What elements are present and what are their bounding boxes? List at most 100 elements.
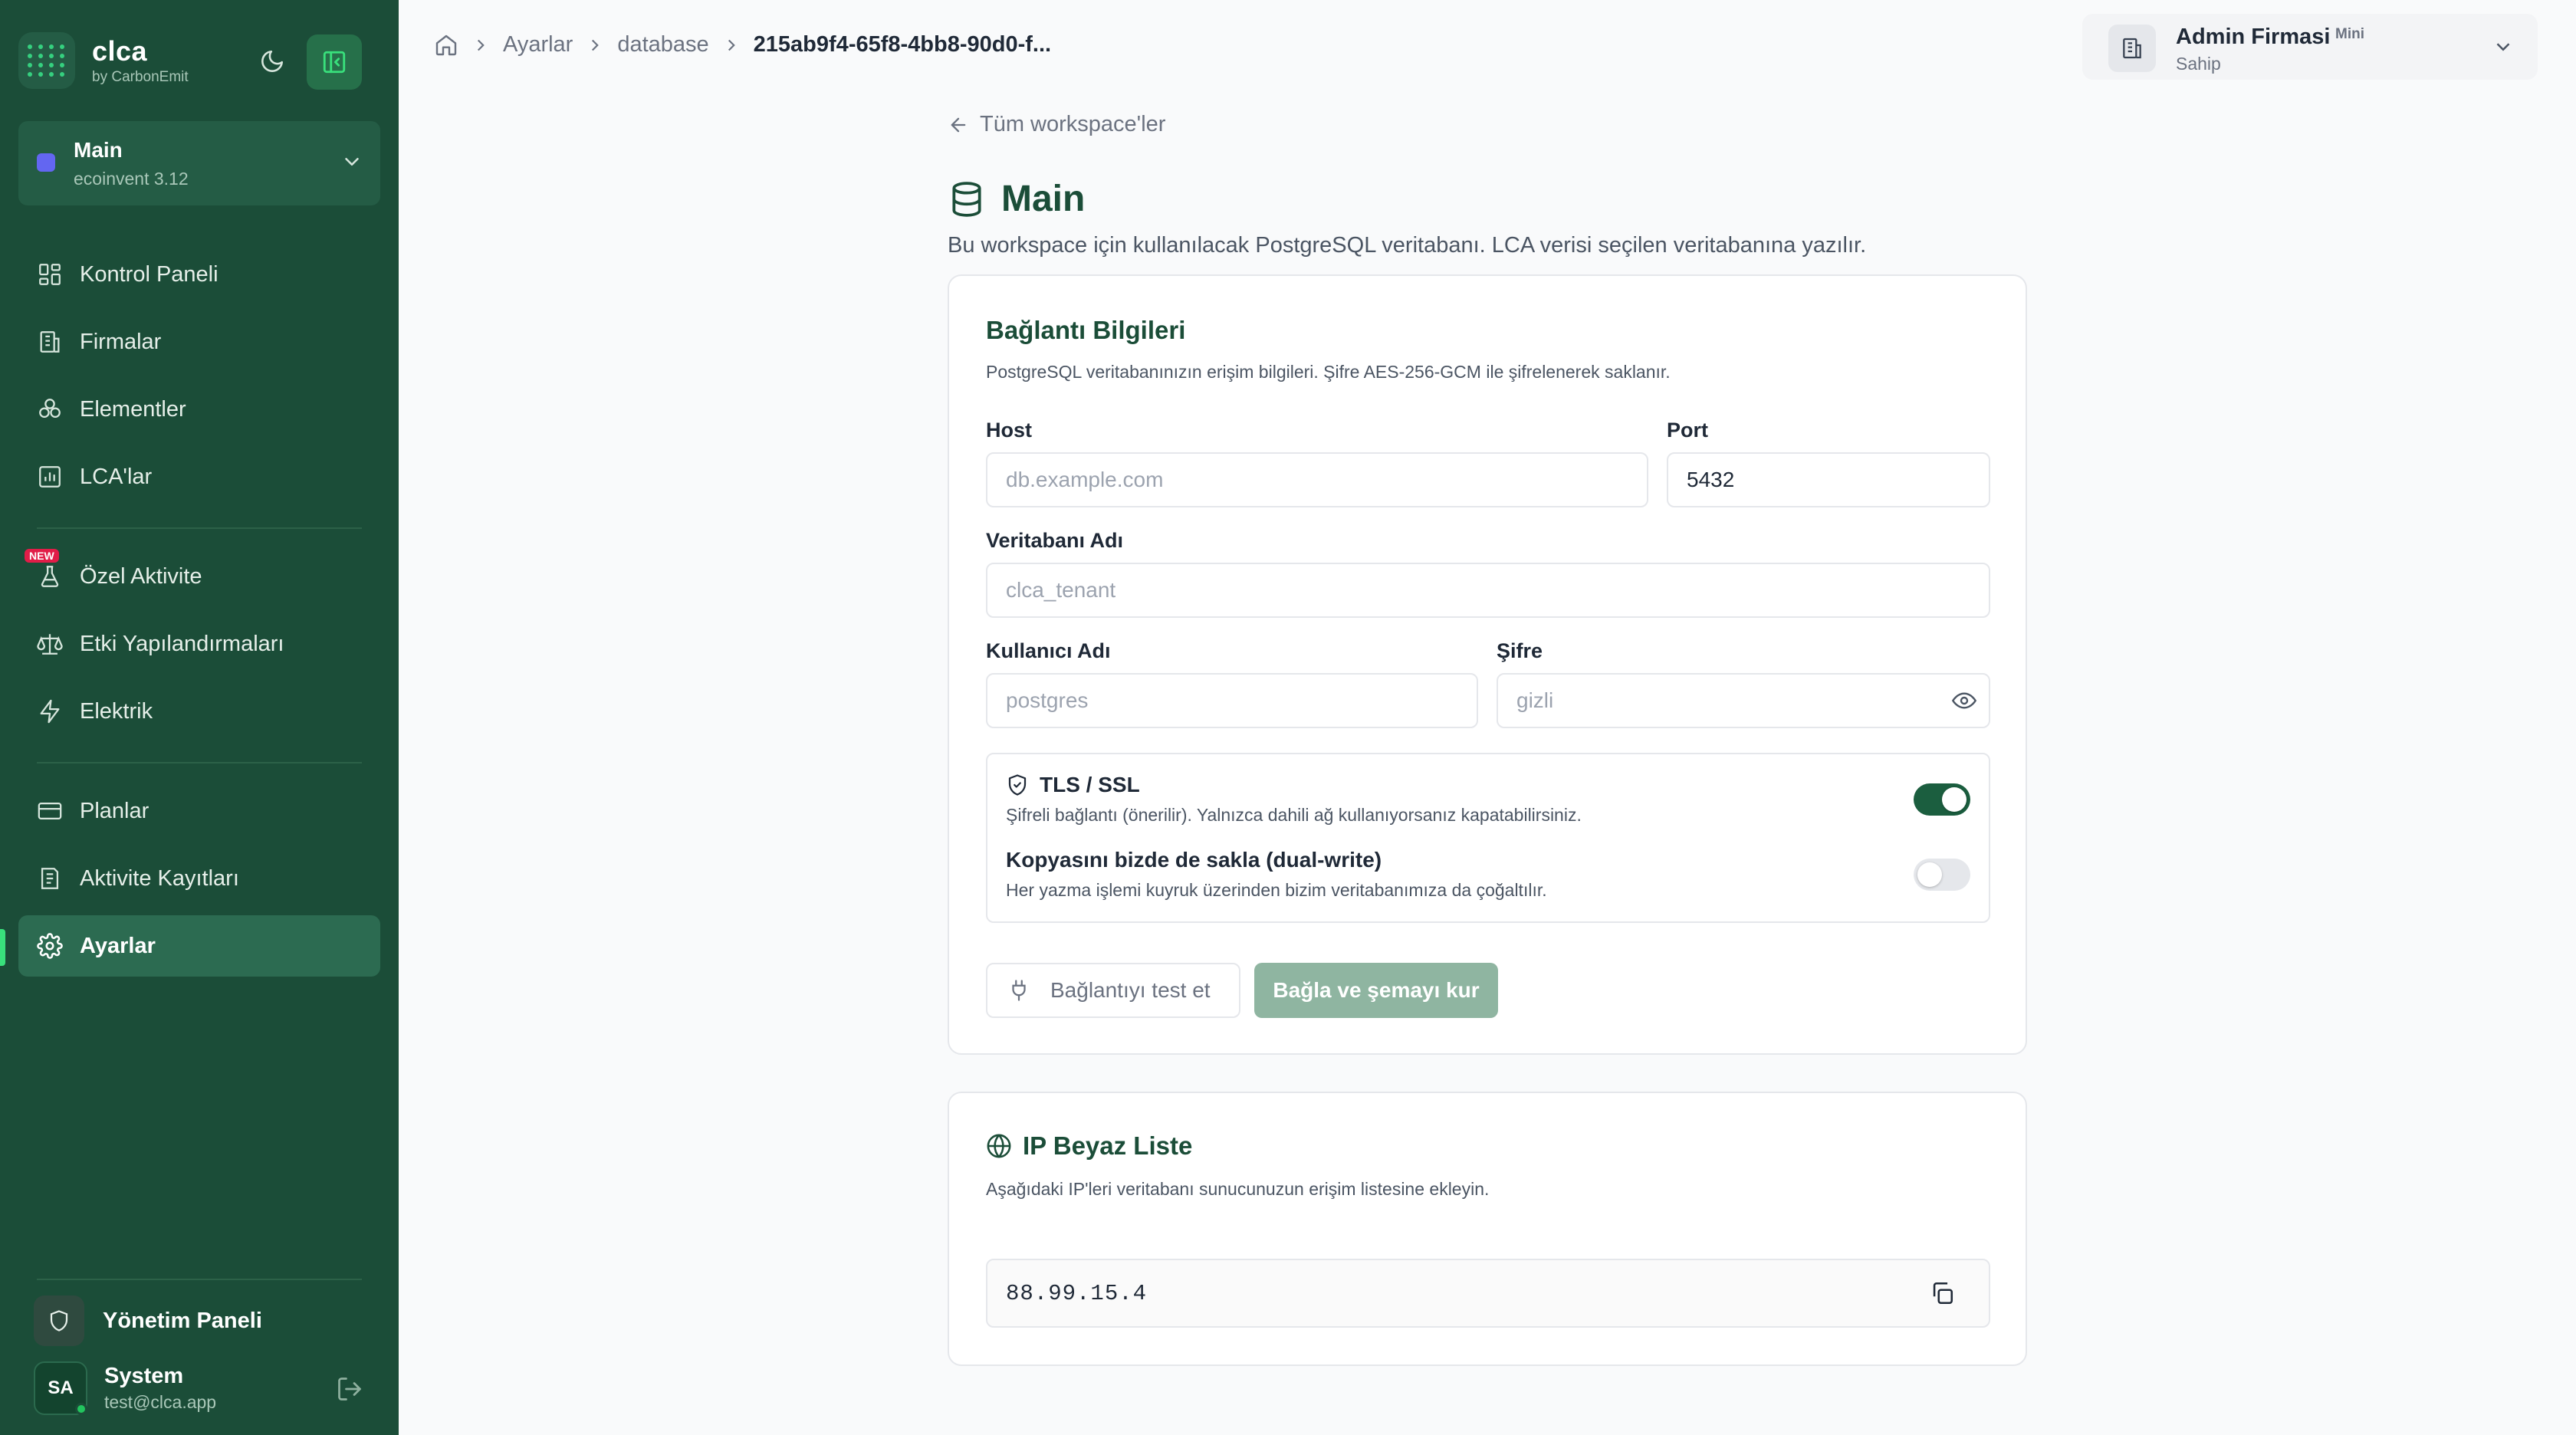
tls-description: Şifreli bağlantı (önerilir). Yalnızca da… [1006, 805, 1582, 825]
new-badge: NEW [25, 549, 59, 563]
chevron-right-icon [721, 35, 741, 55]
breadcrumb-current: 215ab9f4-65f8-4bb8-90d0-f... [753, 32, 1052, 57]
test-connection-label: Bağlantıyı test et [1050, 978, 1211, 1002]
connection-card: Bağlantı Bilgileri PostgreSQL veritabanı… [948, 274, 2027, 1055]
sidebar-collapse-icon [323, 51, 346, 74]
connect-and-setup-button[interactable]: Bağla ve şemayı kur [1254, 963, 1498, 1018]
workspace-name: Main [74, 138, 123, 162]
sidebar-item-label: Elektrik [80, 698, 153, 724]
sidebar-item-label: Etki Yapılandırmaları [80, 631, 284, 656]
breadcrumb-database[interactable]: database [617, 32, 708, 57]
sidebar-item-label: LCA'lar [80, 464, 153, 489]
ip-address-value: 88.99.15.4 [1006, 1280, 1148, 1306]
database-icon [952, 181, 981, 217]
chevron-right-icon [471, 35, 491, 55]
tls-title: TLS / SSL [1040, 773, 1140, 796]
theme-toggle-button[interactable] [253, 42, 291, 80]
sidebar-item-label: Aktivite Kayıtları [80, 865, 239, 891]
back-to-workspaces-link[interactable]: Tüm workspace'ler [948, 112, 1165, 137]
organization-role: Sahip [2176, 54, 2221, 74]
organization-switcher[interactable]: Admin Firmasi Mini Sahip [2082, 14, 2538, 80]
sidebar-item-planlar[interactable]: Planlar [18, 780, 380, 842]
scale-icon [37, 634, 63, 655]
admin-panel-label: Yönetim Paneli [103, 1308, 262, 1333]
tls-title-row: TLS / SSL [1006, 773, 1140, 797]
connection-card-subtitle: PostgreSQL veritabanınızın erişim bilgil… [986, 362, 1671, 382]
ip-whitelist-subtitle: Aşağıdaki IP'leri veritabanı sunucunuzun… [986, 1179, 1490, 1199]
sidebar-item-label: Özel Aktivite [80, 563, 202, 589]
back-link-label: Tüm workspace'ler [980, 112, 1166, 136]
database-name-label: Veritabanı Adı [986, 529, 1124, 552]
ip-whitelist-card: IP Beyaz Liste Aşağıdaki IP'leri veritab… [948, 1092, 2027, 1366]
copy-icon[interactable] [1929, 1280, 1955, 1306]
dual-write-toggle[interactable] [1914, 859, 1970, 891]
workspace-switcher[interactable]: Main ecoinvent 3.12 [18, 121, 380, 205]
host-input[interactable] [986, 452, 1648, 507]
flask-icon [41, 566, 59, 587]
admin-panel-link[interactable]: Yönetim Paneli [34, 1295, 262, 1346]
eye-icon [1952, 692, 1976, 709]
globe-icon [987, 1134, 1011, 1158]
sidebar-item-label: Kontrol Paneli [80, 261, 219, 287]
page-description: Bu workspace için kullanılacak PostgreSQ… [948, 233, 1867, 258]
sidebar-item-label: Planlar [80, 798, 150, 823]
avatar[interactable]: SA [34, 1361, 87, 1415]
dual-write-title: Kopyasını bizde de sakla (dual-write) [1006, 848, 1382, 872]
sidebar-item-label: Ayarlar [80, 933, 156, 958]
nav-divider [37, 762, 362, 763]
user-profile: SA System test@clca.app [34, 1361, 363, 1415]
port-input[interactable] [1667, 452, 1990, 507]
sidebar-item-elektrik[interactable]: Elektrik [18, 681, 380, 742]
username-label: Kullanıcı Adı [986, 639, 1111, 662]
chevron-right-icon [585, 35, 605, 55]
plug-icon [1012, 980, 1026, 1001]
username-input[interactable] [986, 673, 1478, 728]
password-label: Şifre [1497, 639, 1543, 662]
chevron-down-icon [2496, 43, 2510, 51]
breadcrumb: Ayarlar database 215ab9f4-65f8-4bb8-90d0… [434, 32, 1051, 57]
port-label: Port [1667, 419, 1708, 442]
sidebar-item-kontrol-paneli[interactable]: Kontrol Paneli [18, 244, 380, 305]
sidebar-item-elementler[interactable]: Elementler [18, 379, 380, 440]
organization-name: Admin Firmasi [2176, 25, 2331, 49]
brand-subtitle: by CarbonEmit [92, 69, 189, 85]
password-input[interactable] [1497, 673, 1990, 728]
page-header: Main [948, 178, 1085, 220]
connect-button-label: Bağla ve şemayı kur [1273, 978, 1480, 1002]
footer-divider [37, 1279, 362, 1280]
collapse-sidebar-button[interactable] [307, 34, 362, 90]
page-title: Main [1001, 179, 1086, 219]
sidebar: clca by CarbonEmit Main ecoinvent 3.12 K… [0, 0, 399, 1435]
home-icon[interactable] [434, 33, 458, 57]
show-password-button[interactable] [1952, 688, 1976, 713]
connection-card-title: Bağlantı Bilgileri [986, 316, 1186, 344]
arrow-left-icon [951, 117, 966, 132]
ip-whitelist-title: IP Beyaz Liste [1023, 1131, 1193, 1160]
dual-write-description: Her yazma işlemi kuyruk üzerinden bizim … [1006, 880, 1547, 900]
breadcrumb-settings[interactable]: Ayarlar [503, 32, 573, 57]
lightning-icon [40, 699, 60, 724]
sidebar-item-etki-yapilandirmalari[interactable]: Etki Yapılandırmaları [18, 613, 380, 675]
card-icon [38, 802, 62, 820]
log-icon [41, 868, 59, 889]
elements-icon [39, 399, 61, 419]
logout-icon[interactable] [336, 1375, 363, 1403]
user-name: System [104, 1364, 184, 1388]
sidebar-item-aktivite-kayitlari[interactable]: Aktivite Kayıtları [18, 848, 380, 909]
sidebar-item-firmalar[interactable]: Firmalar [18, 311, 380, 373]
sidebar-item-lcalar[interactable]: LCA'lar [18, 446, 380, 507]
tls-toggle[interactable] [1914, 783, 1970, 816]
connection-options: TLS / SSL Şifreli bağlantı (önerilir). Y… [986, 753, 1990, 923]
nav-divider [37, 527, 362, 529]
sidebar-item-ozel-aktivite[interactable]: NEW Özel Aktivite [18, 546, 380, 607]
database-name-input[interactable] [986, 563, 1990, 618]
host-label: Host [986, 419, 1032, 442]
avatar-initials: SA [48, 1378, 74, 1398]
chart-icon [39, 466, 61, 488]
online-status-dot [75, 1403, 87, 1415]
moon-icon [261, 50, 284, 72]
sidebar-item-ayarlar[interactable]: Ayarlar [18, 915, 380, 977]
active-indicator [0, 929, 5, 966]
test-connection-button[interactable]: Bağlantıyı test et [986, 963, 1240, 1018]
brand[interactable]: clca by CarbonEmit [18, 32, 189, 89]
